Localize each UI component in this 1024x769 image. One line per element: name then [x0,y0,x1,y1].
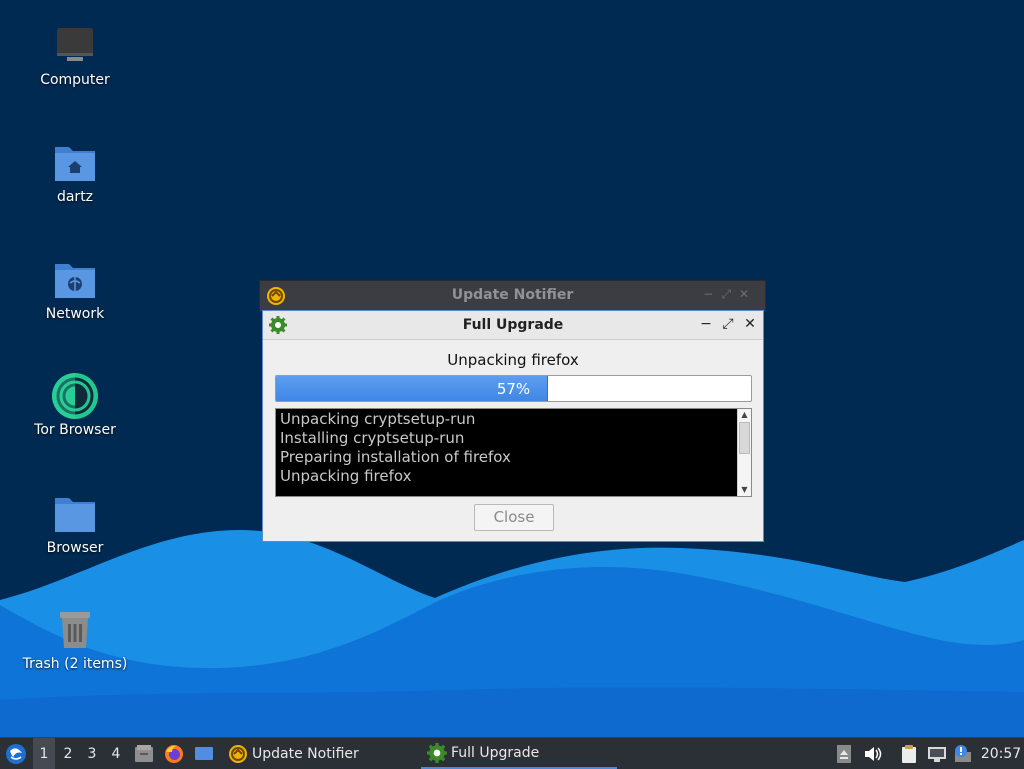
clipboard-icon [902,744,916,763]
log-scrollbar[interactable]: ▲ ▼ [737,409,751,496]
workspace-1[interactable]: 1 [33,738,55,769]
workspace-2[interactable]: 2 [57,738,79,769]
log-line: Unpacking firefox [280,467,412,485]
desktop-icon-label: Network [45,306,105,322]
close-button[interactable]: Close [474,504,554,531]
maximize-icon[interactable]: ⤢ [721,287,739,301]
progress-label: 57% [496,380,531,398]
desktop-icon-computer[interactable]: Computer [20,22,130,88]
scroll-down-icon[interactable]: ▼ [738,484,751,496]
desktop-icon-network[interactable]: Network [20,256,130,322]
close-icon: ✕ [744,316,756,332]
task-update-notifier[interactable]: Update Notifier [222,738,424,769]
log-output[interactable]: Unpacking cryptsetup-run Installing cryp… [275,408,752,497]
dialog-titlebar[interactable]: Full Upgrade − ⤢ ✕ [263,311,763,340]
workspace-4[interactable]: 4 [105,738,127,769]
window-title: Update Notifier [451,287,574,303]
info-icon [955,744,971,762]
progress-bar: 57% [275,375,752,402]
file-manager-icon [135,744,153,762]
log-line: Unpacking cryptsetup-run [280,410,476,428]
close-icon[interactable]: ✕ [739,287,757,301]
volume-control[interactable] [862,738,884,769]
full-upgrade-dialog[interactable]: Full Upgrade − ⤢ ✕ Unpacking firefox 57%… [262,310,764,542]
taskbar: 1 2 3 4 Update Notifier Full Upgrade 20:… [0,737,1024,769]
network-icon [928,746,946,762]
maximize-button[interactable]: ⤢ [719,315,737,333]
task-label: Full Upgrade [451,744,540,761]
tray-updates[interactable] [834,738,854,769]
minimize-icon: − [700,316,712,332]
minimize-button[interactable]: − [697,315,715,333]
show-desktop-button[interactable] [193,738,215,769]
desktop-icon-trash[interactable]: Trash (2 items) [20,606,130,672]
desktop-icon-label: Browser [46,540,104,556]
gear-icon [427,742,447,763]
firefox-icon [165,744,183,763]
scrollbar-thumb[interactable] [739,422,750,454]
file-manager-launcher[interactable] [133,738,155,769]
folder-icon [55,498,95,532]
scroll-up-icon[interactable]: ▲ [738,409,751,421]
update-notifier-icon [229,744,247,763]
dialog-title: Full Upgrade [462,317,564,333]
eject-icon [837,744,851,763]
volume-icon [865,746,882,761]
log-lines: Unpacking cryptsetup-run Installing cryp… [280,410,735,486]
desktop-icon-label: Tor Browser [34,422,116,438]
log-line: Installing cryptsetup-run [280,429,465,447]
lubuntu-logo-icon [6,743,26,764]
status-text: Unpacking firefox [447,351,579,369]
task-full-upgrade[interactable]: Full Upgrade [421,738,617,769]
trash-icon [60,612,90,648]
close-window-button[interactable]: ✕ [741,315,759,333]
clipboard-tray[interactable] [898,738,920,769]
desktop-icon-tor-browser[interactable]: Tor Browser [20,372,130,438]
home-folder-icon [55,147,95,181]
window-controls: −⤢✕ [703,287,757,302]
clock[interactable]: 20:57 [980,738,1022,769]
workspace-3[interactable]: 3 [81,738,103,769]
maximize-icon: ⤢ [722,316,734,332]
log-line: Preparing installation of firefox [280,448,511,466]
desktop-icon-dartz[interactable]: dartz [20,139,130,205]
computer-icon [57,28,93,61]
update-notifier-window[interactable]: Update Notifier −⤢✕ [259,280,766,312]
start-menu-button[interactable] [4,738,28,769]
minimize-icon[interactable]: − [703,287,721,301]
desktop-icon-label: Trash (2 items) [22,656,128,672]
task-label: Update Notifier [252,745,359,762]
desktop-icon-browser[interactable]: Browser [20,490,130,556]
desktop-icon [195,746,213,760]
tor-browser-icon [52,373,98,419]
firefox-launcher[interactable] [163,738,185,769]
network-tray[interactable] [926,738,948,769]
update-tray[interactable] [952,738,974,769]
network-folder-icon [55,264,95,298]
desktop-icon-label: Computer [40,72,110,88]
desktop-icon-label: dartz [56,189,94,205]
